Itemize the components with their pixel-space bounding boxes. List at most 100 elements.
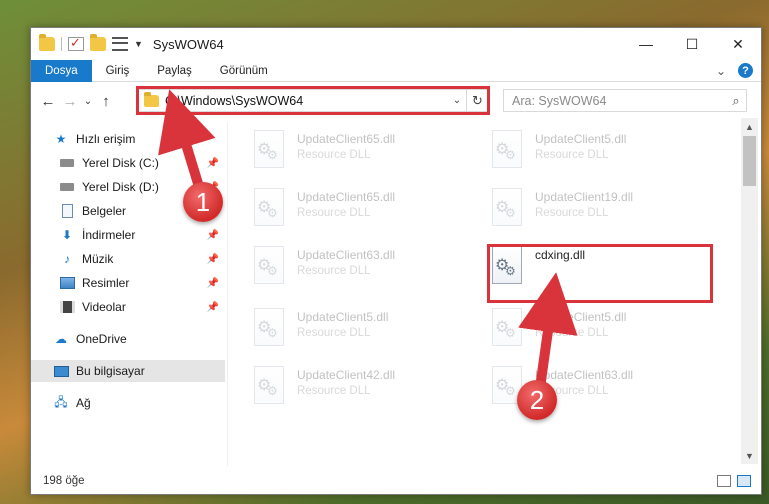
file-type: Resource DLL	[535, 207, 609, 219]
pin-icon[interactable]: 📌	[207, 278, 219, 289]
file-name: UpdateClient63.dll	[535, 368, 634, 382]
dll-file-icon	[251, 188, 287, 230]
dll-file-icon	[251, 366, 287, 408]
dll-file-icon	[251, 308, 287, 350]
sidebar-item-pictures[interactable]: Resimler 📌	[31, 272, 225, 294]
navigation-pane: ★ Hızlı erişim Yerel Disk (C:) 📌 Yerel D…	[31, 122, 227, 466]
list-item[interactable]: UpdateClient5.dll Resource DLL	[489, 304, 719, 356]
pin-icon[interactable]: 📌	[207, 158, 219, 169]
sidebar-item-label: İndirmeler	[82, 228, 136, 242]
file-type: Resource DLL	[297, 327, 371, 339]
tab-file[interactable]: Dosya	[31, 59, 92, 82]
sidebar-item-videos[interactable]: Videolar 📌	[31, 296, 225, 318]
up-button[interactable]: ↑	[95, 93, 117, 110]
file-type: Resource DLL	[297, 149, 371, 161]
tiles-view-icon[interactable]	[737, 475, 751, 487]
file-type: Resource DLL	[297, 385, 371, 397]
forward-button[interactable]: →	[59, 93, 81, 110]
scroll-down-icon[interactable]: ▼	[741, 447, 758, 464]
item-count: 198 öğe	[43, 475, 85, 487]
dll-file-icon	[489, 188, 525, 230]
window-title: SysWOW64	[152, 36, 224, 52]
search-box[interactable]: Ara: SysWOW64 ⌕	[503, 89, 747, 112]
sidebar-item-local-disk-c[interactable]: Yerel Disk (C:) 📌	[31, 152, 225, 174]
status-bar: 198 öğe	[31, 468, 761, 494]
file-name: UpdateClient5.dll	[297, 310, 389, 324]
sidebar-item-label: OneDrive	[76, 332, 127, 346]
sidebar-item-label: Ağ	[76, 396, 91, 410]
sidebar-item-downloads[interactable]: ⬇ İndirmeler 📌	[31, 224, 225, 246]
vertical-scrollbar[interactable]: ▲ ▼	[741, 118, 758, 464]
file-name: UpdateClient65.dll	[297, 190, 396, 204]
documents-icon	[59, 204, 75, 218]
maximize-button[interactable]: ☐	[669, 28, 715, 60]
view-switcher	[717, 475, 751, 487]
ribbon-right-controls: ⌄ ?	[716, 63, 753, 78]
back-button[interactable]: ←	[37, 93, 59, 110]
file-highlight	[487, 244, 713, 303]
list-item[interactable]: UpdateClient5.dll Resource DLL	[251, 304, 481, 356]
sidebar-item-music[interactable]: ♪ Müzik 📌	[31, 248, 225, 270]
sidebar-item-label: Bu bilgisayar	[76, 364, 145, 378]
minimize-button[interactable]: —	[623, 28, 669, 60]
this-pc-icon	[53, 364, 69, 378]
expand-ribbon-icon[interactable]: ⌄	[716, 64, 726, 78]
close-button[interactable]: ✕	[715, 28, 761, 60]
videos-icon	[59, 300, 75, 314]
scroll-thumb[interactable]	[743, 136, 756, 186]
list-item[interactable]: UpdateClient63.dll Resource DLL	[251, 242, 481, 294]
sidebar-item-label: Yerel Disk (C:)	[82, 156, 159, 170]
search-input[interactable]: Ara: SysWOW64	[512, 94, 726, 108]
list-item[interactable]: UpdateClient5.dll Resource DLL	[489, 126, 719, 178]
file-name: UpdateClient19.dll	[535, 190, 634, 204]
file-name: UpdateClient63.dll	[297, 248, 396, 262]
list-item[interactable]: UpdateClient19.dll Resource DLL	[489, 184, 719, 236]
pin-icon[interactable]: 📌	[207, 254, 219, 265]
star-icon: ★	[55, 132, 67, 146]
customize-list-icon[interactable]	[112, 37, 128, 51]
pin-icon[interactable]: 📌	[207, 230, 219, 241]
sidebar-item-label: Hızlı erişim	[76, 132, 136, 146]
sidebar-item-onedrive[interactable]: ☁ OneDrive	[31, 328, 225, 350]
sidebar-item-label: Yerel Disk (D:)	[82, 180, 159, 194]
sidebar-item-this-pc[interactable]: Bu bilgisayar	[31, 360, 225, 382]
scroll-up-icon[interactable]: ▲	[741, 118, 758, 135]
tab-home[interactable]: Giriş	[92, 60, 144, 82]
dll-file-icon	[489, 308, 525, 350]
tab-share[interactable]: Paylaş	[143, 60, 206, 82]
file-name: UpdateClient5.dll	[535, 310, 627, 324]
recent-locations-button[interactable]: ⌄	[81, 96, 95, 107]
file-type: Resource DLL	[535, 327, 609, 339]
pictures-icon	[59, 276, 75, 290]
file-type: Resource DLL	[535, 149, 609, 161]
list-item[interactable]: UpdateClient65.dll Resource DLL	[251, 184, 481, 236]
file-type: Resource DLL	[297, 207, 371, 219]
properties-check-icon[interactable]	[68, 35, 84, 51]
new-folder-icon[interactable]	[90, 34, 106, 51]
sidebar-item-label: Resimler	[82, 276, 130, 290]
list-item[interactable]: UpdateClient65.dll Resource DLL	[251, 126, 481, 178]
title-bar: ▼ SysWOW64 — ☐ ✕	[31, 28, 761, 60]
quick-access-toolbar: ▼	[31, 34, 143, 51]
step-1-badge: 1	[183, 182, 223, 222]
sidebar-item-quick-access[interactable]: ★ Hızlı erişim	[31, 128, 225, 150]
tab-view[interactable]: Görünüm	[206, 60, 282, 82]
pane-divider[interactable]	[227, 122, 228, 466]
toolbar-divider	[61, 37, 62, 51]
chevron-down-icon[interactable]: ▼	[134, 39, 143, 49]
folder-icon	[39, 34, 55, 51]
sidebar-item-network[interactable]: 🖧 Ağ	[31, 392, 225, 414]
search-icon[interactable]: ⌕	[726, 93, 746, 109]
step-2-badge: 2	[517, 380, 557, 420]
help-icon[interactable]: ?	[738, 63, 753, 78]
address-bar-highlight	[136, 86, 490, 115]
music-icon: ♪	[64, 252, 70, 266]
file-type: Resource DLL	[297, 265, 371, 277]
file-name: UpdateClient42.dll	[297, 368, 396, 382]
list-item[interactable]: UpdateClient42.dll Resource DLL	[251, 362, 481, 414]
details-view-icon[interactable]	[717, 475, 731, 487]
drive-icon	[59, 180, 75, 194]
pin-icon[interactable]: 📌	[207, 302, 219, 313]
dll-file-icon	[251, 130, 287, 172]
file-name: UpdateClient65.dll	[297, 132, 396, 146]
